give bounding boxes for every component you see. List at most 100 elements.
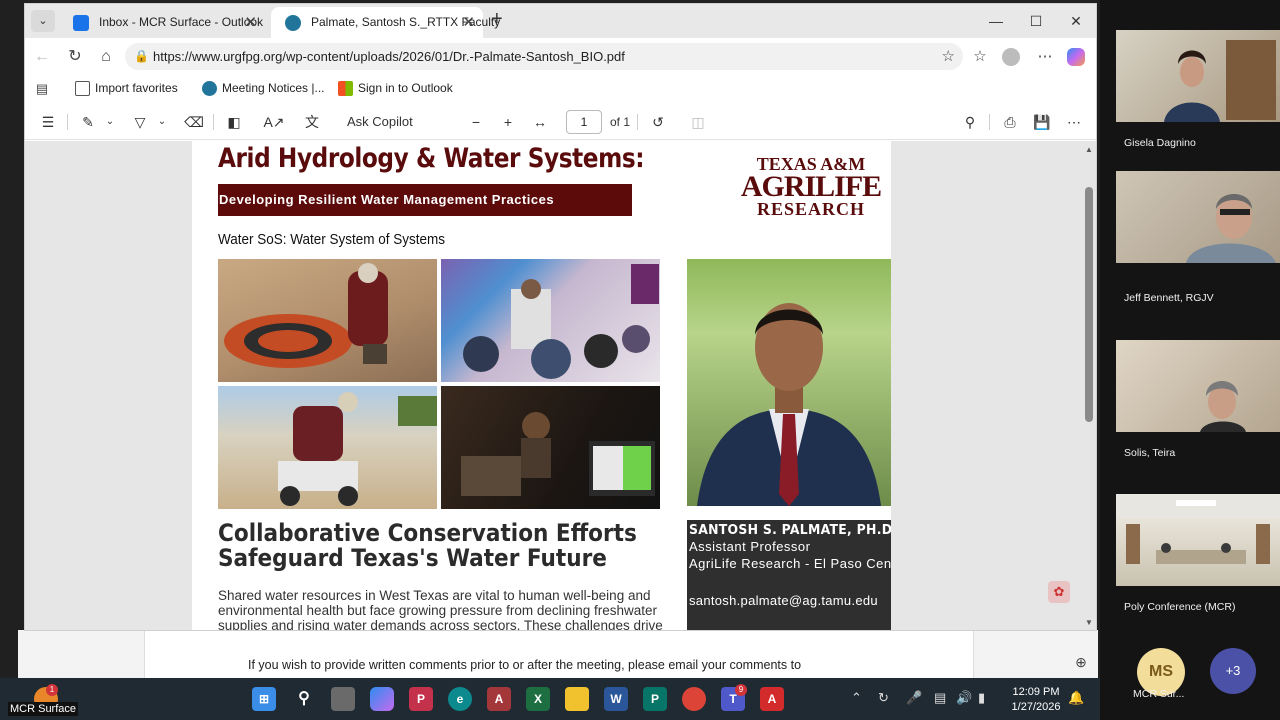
- file-explorer-icon[interactable]: [565, 687, 589, 711]
- pdf-toolbar: ☰ ✎ ⌄ ▽ ⌄ ⌫ ◧ A↗ 文 Ask Copilot − + ↔ 1 o…: [25, 104, 1096, 140]
- fav-label: Sign in to Outlook: [358, 81, 453, 95]
- print-icon[interactable]: ⎙: [999, 112, 1021, 132]
- translate-icon[interactable]: 文: [301, 112, 323, 132]
- pdf-viewer[interactable]: Arid Hydrology & Water Systems: Developi…: [25, 141, 1096, 630]
- participant-video[interactable]: [1116, 30, 1280, 122]
- profile-org: AgriLife Research - El Paso Center: [689, 556, 891, 571]
- search-icon[interactable]: ⚲: [959, 112, 981, 132]
- profile-box: SANTOSH S. PALMATE, PH.D. Assistant Prof…: [687, 520, 891, 630]
- scroll-thumb[interactable]: [1085, 187, 1093, 422]
- access-icon[interactable]: A: [487, 687, 511, 711]
- pdf-scrollbar[interactable]: ▲ ▼: [1083, 141, 1095, 630]
- tab-outlook[interactable]: Inbox - MCR Surface - Outlook ✕: [59, 7, 265, 38]
- lock-icon[interactable]: 🔒: [134, 43, 149, 70]
- highlight-icon[interactable]: ✎: [77, 112, 99, 132]
- mic-muted-icon[interactable]: 🎤: [906, 690, 922, 706]
- maximize-button[interactable]: ☐: [1015, 4, 1057, 38]
- system-clock[interactable]: 12:09 PM 1/27/2026: [1000, 685, 1072, 715]
- more-participants-button[interactable]: +3: [1210, 648, 1256, 694]
- fav-import-favorites[interactable]: Import favorites: [75, 81, 178, 96]
- back-button[interactable]: ←: [31, 46, 53, 68]
- save-icon[interactable]: 💾: [1031, 112, 1053, 132]
- participant-name: Gisela Dagnino: [1124, 137, 1196, 149]
- home-button[interactable]: ⌂: [95, 46, 117, 68]
- rotate-icon[interactable]: ↺: [647, 112, 669, 132]
- collections-icon[interactable]: ▤: [31, 78, 53, 100]
- participant-video[interactable]: [1116, 340, 1280, 432]
- publisher-icon[interactable]: P: [643, 687, 667, 711]
- tab-pdf[interactable]: Palmate, Santosh S._RTTX Faculty ✕: [271, 7, 500, 38]
- network-icon[interactable]: ▤: [934, 690, 946, 706]
- logo-line: RESEARCH: [756, 199, 866, 219]
- powerpoint-icon[interactable]: P: [409, 687, 433, 711]
- scroll-up-icon[interactable]: ▲: [1083, 145, 1095, 154]
- weather-badge: 1: [46, 684, 58, 696]
- minimize-button[interactable]: —: [975, 4, 1017, 38]
- background-page-text: If you wish to provide written comments …: [248, 658, 802, 672]
- participant-name: Jeff Bennett, RGJV: [1124, 292, 1214, 304]
- close-tab-icon[interactable]: ✕: [244, 7, 257, 38]
- page-view-icon[interactable]: ◫: [687, 112, 709, 132]
- scroll-down-icon[interactable]: ▼: [1083, 618, 1095, 627]
- acrobat-icon[interactable]: A: [760, 687, 784, 711]
- ask-copilot-button[interactable]: Ask Copilot: [347, 112, 417, 132]
- field-equipment-photo: [218, 386, 437, 509]
- wordpress-icon: [202, 81, 217, 96]
- close-window-button[interactable]: ✕: [1055, 4, 1096, 38]
- section-label: Water SoS: Water System of Systems: [218, 231, 446, 248]
- page-number-input[interactable]: 1: [566, 110, 602, 134]
- favorite-star-icon[interactable]: ☆: [942, 43, 955, 70]
- contents-icon[interactable]: ☰: [37, 112, 59, 132]
- address-bar[interactable]: 🔒 https://www.urgfpg.org/wp-content/uplo…: [125, 43, 963, 70]
- read-aloud-icon[interactable]: A↗: [263, 112, 285, 132]
- participant-video[interactable]: [1116, 494, 1280, 586]
- favorites-icon[interactable]: ☆: [969, 46, 991, 68]
- participant-video[interactable]: [1116, 171, 1280, 263]
- refresh-button[interactable]: ↻: [64, 46, 86, 68]
- drone-landing-photo: [218, 259, 437, 382]
- import-icon: [75, 81, 90, 96]
- zoom-icon[interactable]: ⊕: [1070, 654, 1092, 674]
- teams-badge: 9: [735, 684, 747, 696]
- windows-start-icon[interactable]: ⊞: [252, 687, 276, 711]
- copilot-icon[interactable]: [370, 687, 394, 711]
- profile-email[interactable]: santosh.palmate@ag.tamu.edu: [689, 593, 889, 608]
- chevron-down-icon[interactable]: ⌄: [155, 112, 169, 132]
- fit-page-icon[interactable]: ↔: [529, 112, 551, 132]
- eraser-icon[interactable]: ⌫: [183, 112, 205, 132]
- search-icon[interactable]: ⚲: [292, 687, 316, 711]
- task-view-icon[interactable]: [331, 687, 355, 711]
- new-tab-button[interactable]: +: [491, 8, 503, 31]
- logo-line: AGRILIFE: [740, 170, 882, 203]
- tab-label: Inbox - MCR Surface - Outlook: [99, 15, 264, 29]
- more-options-icon[interactable]: ⋯: [1063, 112, 1085, 132]
- clock-date: 1/27/2026: [1011, 701, 1061, 713]
- close-tab-icon[interactable]: ✕: [462, 7, 475, 38]
- volume-icon[interactable]: 🔊: [956, 690, 972, 706]
- chevron-down-icon[interactable]: ⌄: [103, 112, 117, 132]
- add-text-icon[interactable]: ◧: [223, 112, 245, 132]
- zoom-in-icon[interactable]: +: [497, 112, 519, 132]
- tray-expand-icon[interactable]: ⌃: [851, 690, 862, 706]
- notifications-icon[interactable]: 🔔: [1068, 690, 1084, 706]
- lab-photo: [441, 386, 660, 509]
- edge-icon[interactable]: e: [448, 687, 472, 711]
- word-icon[interactable]: W: [604, 687, 628, 711]
- zoom-out-icon[interactable]: −: [465, 112, 487, 132]
- profile-avatar[interactable]: [1002, 48, 1020, 66]
- self-name: MCR Sur...: [1133, 688, 1185, 700]
- battery-icon[interactable]: ▮: [978, 690, 985, 706]
- sync-icon[interactable]: ↻: [878, 690, 889, 706]
- background-page: [144, 630, 974, 680]
- more-menu-icon[interactable]: ⋯: [1034, 46, 1056, 68]
- acrobat-icon[interactable]: ✿: [1048, 581, 1070, 603]
- tab-actions-button[interactable]: ⌄: [31, 10, 55, 32]
- fav-sign-in-outlook[interactable]: Sign in to Outlook: [338, 81, 453, 96]
- chrome-icon[interactable]: [682, 687, 706, 711]
- fav-label: Meeting Notices |...: [222, 81, 325, 95]
- fav-meeting-notices[interactable]: Meeting Notices |...: [202, 81, 325, 96]
- excel-icon[interactable]: X: [526, 687, 550, 711]
- divider: [67, 114, 68, 130]
- copilot-icon[interactable]: [1067, 48, 1085, 66]
- draw-icon[interactable]: ▽: [129, 112, 151, 132]
